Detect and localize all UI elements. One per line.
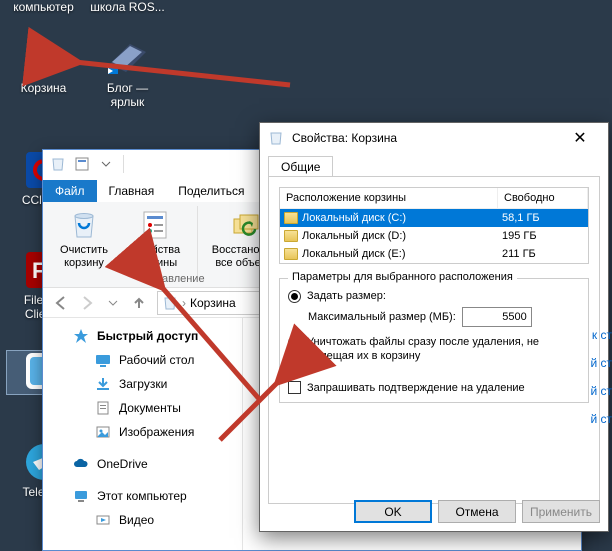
downloads-icon [95,376,111,392]
nav-this-pc[interactable]: Этот компьютер [43,484,242,508]
ribbon-label: Свойства корзины [123,244,189,270]
col-location: Расположение корзины [280,188,498,208]
nav-quick-access[interactable]: Быстрый доступ [43,324,242,348]
desktop-icon [95,352,111,368]
computer-icon [73,488,89,504]
tab-general[interactable]: Общие [268,156,333,177]
drive-row[interactable]: Локальный диск (C:)58,1 ГБ [280,209,588,227]
settings-group: Параметры для выбранного расположения За… [279,278,589,403]
desktop-icon-label: Корзина [6,81,81,95]
col-free: Свободно [498,188,588,208]
nav-onedrive[interactable]: OneDrive [43,452,242,476]
nav-forward-icon[interactable] [75,291,99,315]
nav-up-icon[interactable] [127,291,151,315]
chevron-right-icon: › [182,296,186,310]
dialog-title: Свойства: Корзина [292,131,552,145]
group-title: Параметры для выбранного расположения [288,271,517,283]
nav-desktop[interactable]: Рабочий стол [43,348,242,372]
close-button[interactable]: ✕ [560,124,600,152]
nav-back-icon[interactable] [49,291,73,315]
nav-downloads[interactable]: Загрузки [43,372,242,396]
recycle-bin-small-icon [162,295,178,311]
ribbon-bin-properties[interactable]: Свойства корзины [121,206,191,272]
empty-bin-icon [51,208,117,242]
qat-properties-icon[interactable] [71,153,93,175]
nav-videos[interactable]: Видео [43,508,242,532]
checkbox-confirm-delete[interactable] [288,381,301,394]
desktop-icon-label: школа ROS... [90,0,165,14]
tab-share[interactable]: Поделиться [166,180,256,202]
drive-location-table: Расположение корзины Свободно Локальный … [279,187,589,264]
properties-dialog: Свойства: Корзина ✕ Общие Расположение к… [259,122,609,532]
drive-row[interactable]: Локальный диск (E:)211 ГБ [280,245,588,263]
radio-label: Задать размер: [307,289,386,303]
tab-home[interactable]: Главная [97,180,167,202]
notebook-icon [104,38,152,78]
apply-button[interactable]: Применить [522,500,600,523]
dialog-titlebar[interactable]: Свойства: Корзина ✕ [260,123,608,153]
drive-icon [284,230,298,242]
videos-icon [95,512,111,528]
ribbon-empty-bin[interactable]: Очистить корзину [49,206,119,272]
background-list-peek: к ст й ст й ст й ст [582,328,612,426]
onedrive-icon [73,456,89,472]
max-size-label: Максимальный размер (МБ): [308,311,456,323]
qat-dropdown-icon[interactable] [95,153,117,175]
tab-file[interactable]: Файл [43,180,97,202]
recycle-bin-small-icon [268,130,284,146]
ok-button[interactable]: OK [354,500,432,523]
nav-recent-dropdown-icon[interactable] [101,291,125,315]
breadcrumb[interactable]: Корзина [190,296,236,310]
desktop-icon-recycle-bin[interactable]: Корзина [6,38,81,95]
desktop-icon-label: Блог — ярлык [90,81,165,109]
star-icon [73,328,89,344]
cancel-button[interactable]: Отмена [438,500,516,523]
ribbon-label: Очистить корзину [51,244,117,270]
desktop-icon-label: компьютер [6,0,81,14]
nav-documents[interactable]: Документы [43,396,242,420]
checkbox-label: Запрашивать подтверждение на удаление [307,382,525,394]
desktop-icon-computer[interactable]: компьютер [6,0,81,14]
drive-icon [284,248,298,260]
pictures-icon [95,424,111,440]
radio-label: Уничтожать файлы сразу после удаления, н… [307,335,567,363]
recycle-bin-small-icon [47,153,69,175]
desktop-icon-school[interactable]: школа ROS... [90,0,165,14]
drive-row[interactable]: Локальный диск (D:)195 ГБ [280,227,588,245]
desktop-icon-blog-shortcut[interactable]: Блог — ярлык [90,38,165,109]
recycle-bin-icon [20,38,68,78]
nav-pictures[interactable]: Изображения [43,420,242,444]
ribbon-group-label: Управление [99,273,249,285]
drive-icon [284,212,298,224]
radio-set-size[interactable] [288,290,301,303]
properties-icon [123,208,189,242]
documents-icon [95,400,111,416]
radio-destroy-immediately[interactable] [288,336,301,349]
max-size-input[interactable] [462,307,532,327]
navigation-pane: Быстрый доступ Рабочий стол Загрузки Док… [43,318,243,550]
